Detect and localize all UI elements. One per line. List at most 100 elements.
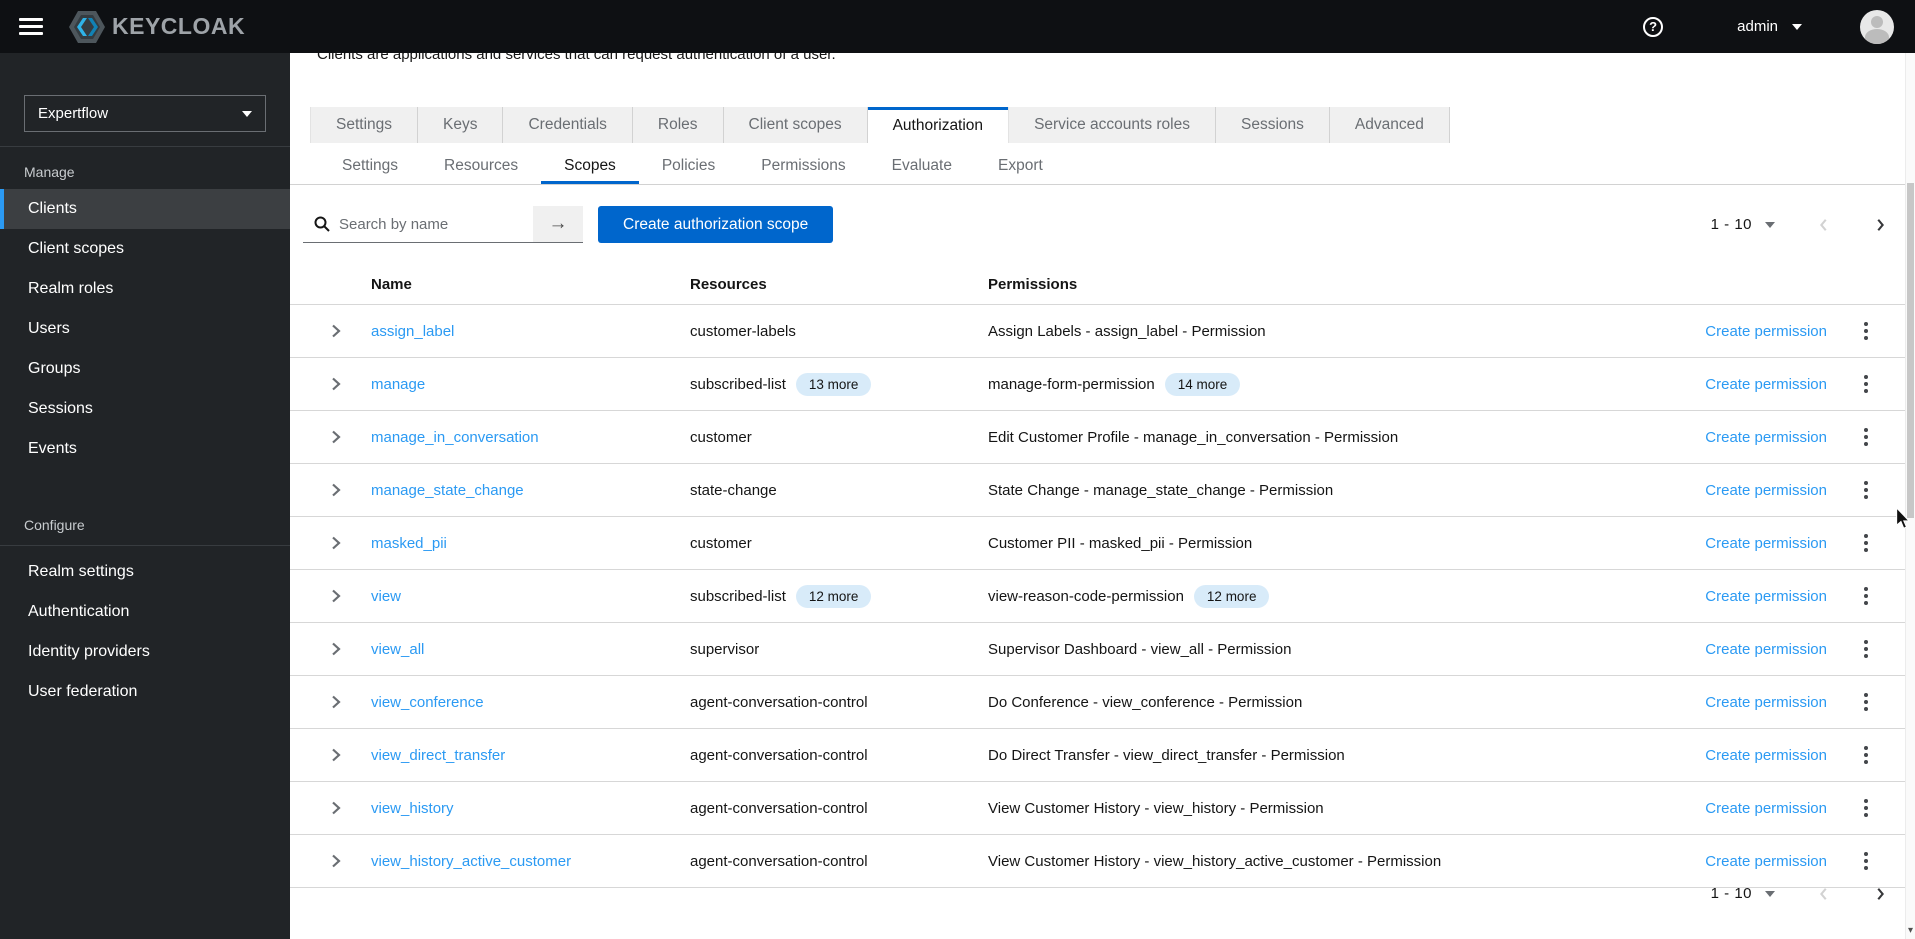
scope-name-link[interactable]: view_history <box>371 800 454 817</box>
scope-name-link[interactable]: view_history_active_customer <box>371 853 571 870</box>
scope-name-link[interactable]: view_direct_transfer <box>371 747 505 764</box>
sidebar-item-realm-settings[interactable]: Realm settings <box>0 552 290 592</box>
chevron-left-icon <box>1817 887 1831 901</box>
kebab-menu-button[interactable] <box>1858 369 1874 399</box>
scope-name-link[interactable]: view_conference <box>371 694 484 711</box>
scope-name-link[interactable]: manage_in_conversation <box>371 429 539 446</box>
subtab-policies[interactable]: Policies <box>639 150 738 184</box>
tab-keys[interactable]: Keys <box>418 107 503 143</box>
pagination-next-button[interactable] <box>1873 218 1887 232</box>
subtab-scopes[interactable]: Scopes <box>541 150 639 184</box>
expand-row-button[interactable] <box>326 691 346 713</box>
vertical-scrollbar[interactable]: ▾ <box>1905 53 1915 939</box>
realm-selector[interactable]: Expertflow <box>24 95 266 132</box>
tab-client-scopes[interactable]: Client scopes <box>724 107 868 143</box>
scope-name-link[interactable]: masked_pii <box>371 535 447 552</box>
hamburger-menu-icon[interactable] <box>19 18 43 35</box>
kebab-menu-button[interactable] <box>1858 634 1874 664</box>
sidebar-item-clients[interactable]: Clients <box>0 189 290 229</box>
scope-name-link[interactable]: manage <box>371 376 425 393</box>
create-permission-link[interactable]: Create permission <box>1705 588 1827 605</box>
subtab-export[interactable]: Export <box>975 150 1066 184</box>
scope-name-link[interactable]: view <box>371 588 401 605</box>
kebab-menu-button[interactable] <box>1858 581 1874 611</box>
search-submit-button[interactable]: → <box>533 206 583 243</box>
tab-advanced[interactable]: Advanced <box>1330 107 1450 143</box>
keycloak-logo-icon <box>68 10 106 44</box>
tab-roles[interactable]: Roles <box>633 107 724 143</box>
expand-row-button[interactable] <box>326 850 346 872</box>
pagination-next-button[interactable] <box>1873 887 1887 901</box>
kebab-menu-button[interactable] <box>1858 793 1874 823</box>
create-permission-link[interactable]: Create permission <box>1705 482 1827 499</box>
subtab-permissions[interactable]: Permissions <box>738 150 868 184</box>
kebab-menu-button[interactable] <box>1858 740 1874 770</box>
authorization-scopes-table: Name Resources Permissions assign_label … <box>290 265 1905 888</box>
expand-row-button[interactable] <box>326 797 346 819</box>
more-count-badge[interactable]: 12 more <box>796 585 872 608</box>
search-input[interactable] <box>303 206 533 242</box>
create-permission-link[interactable]: Create permission <box>1705 535 1827 552</box>
pagination-caret-icon[interactable] <box>1765 222 1775 228</box>
expand-row-button[interactable] <box>326 744 346 766</box>
expand-row-button[interactable] <box>326 585 346 607</box>
expand-row-button[interactable] <box>326 320 346 342</box>
create-permission-link[interactable]: Create permission <box>1705 853 1827 870</box>
expand-row-button[interactable] <box>326 426 346 448</box>
more-count-badge[interactable]: 12 more <box>1194 585 1270 608</box>
scrollbar-down-arrow-icon[interactable]: ▾ <box>1906 926 1915 936</box>
scrollbar-thumb[interactable] <box>1907 183 1914 518</box>
more-count-badge[interactable]: 13 more <box>796 373 872 396</box>
create-authorization-scope-button[interactable]: Create authorization scope <box>598 206 833 243</box>
pagination-prev-button[interactable] <box>1817 887 1831 901</box>
pagination-prev-button[interactable] <box>1817 218 1831 232</box>
create-permission-link[interactable]: Create permission <box>1705 376 1827 393</box>
create-permission-link[interactable]: Create permission <box>1705 694 1827 711</box>
tab-settings[interactable]: Settings <box>310 107 418 143</box>
sidebar-item-user-federation[interactable]: User federation <box>0 672 290 712</box>
kebab-menu-button[interactable] <box>1858 475 1874 505</box>
user-menu[interactable]: admin <box>1737 18 1802 35</box>
kebab-menu-button[interactable] <box>1858 316 1874 346</box>
kebab-menu-button[interactable] <box>1858 528 1874 558</box>
sidebar-item-client-scopes[interactable]: Client scopes <box>0 229 290 269</box>
subtab-resources[interactable]: Resources <box>421 150 541 184</box>
tab-authorization[interactable]: Authorization <box>868 107 1008 143</box>
subtab-evaluate[interactable]: Evaluate <box>869 150 975 184</box>
create-permission-link[interactable]: Create permission <box>1705 323 1827 340</box>
create-permission-link[interactable]: Create permission <box>1705 800 1827 817</box>
sidebar-item-groups[interactable]: Groups <box>0 349 290 389</box>
kebab-menu-button[interactable] <box>1858 422 1874 452</box>
scope-name-link[interactable]: manage_state_change <box>371 482 524 499</box>
sidebar-item-identity-providers[interactable]: Identity providers <box>0 632 290 672</box>
sidebar-item-events[interactable]: Events <box>0 429 290 469</box>
tab-sessions[interactable]: Sessions <box>1216 107 1330 143</box>
subtab-settings[interactable]: Settings <box>319 150 421 184</box>
sidebar-item-sessions[interactable]: Sessions <box>0 389 290 429</box>
create-permission-link[interactable]: Create permission <box>1705 641 1827 658</box>
pagination-caret-icon[interactable] <box>1765 891 1775 897</box>
more-count-badge[interactable]: 14 more <box>1165 373 1241 396</box>
scope-name-link[interactable]: view_all <box>371 641 424 658</box>
kebab-menu-button[interactable] <box>1858 687 1874 717</box>
pagination-range[interactable]: 1 - 10 <box>1711 885 1752 902</box>
kebab-menu-button[interactable] <box>1858 846 1874 876</box>
expand-row-button[interactable] <box>326 479 346 501</box>
create-permission-link[interactable]: Create permission <box>1705 747 1827 764</box>
expand-row-button[interactable] <box>326 638 346 660</box>
create-permission-link[interactable]: Create permission <box>1705 429 1827 446</box>
help-icon[interactable]: ? <box>1643 17 1663 37</box>
keycloak-logo[interactable]: KEYCLOAK <box>68 10 245 44</box>
chevron-right-icon <box>1873 218 1887 232</box>
sidebar-item-realm-roles[interactable]: Realm roles <box>0 269 290 309</box>
sidebar-item-authentication[interactable]: Authentication <box>0 592 290 632</box>
pagination-range[interactable]: 1 - 10 <box>1711 216 1752 233</box>
table-row: view_direct_transfer agent-conversation-… <box>290 729 1905 782</box>
avatar[interactable] <box>1860 10 1894 44</box>
sidebar-item-users[interactable]: Users <box>0 309 290 349</box>
scope-name-link[interactable]: assign_label <box>371 323 454 340</box>
expand-row-button[interactable] <box>326 373 346 395</box>
tab-credentials[interactable]: Credentials <box>503 107 632 143</box>
expand-row-button[interactable] <box>326 532 346 554</box>
tab-service-accounts-roles[interactable]: Service accounts roles <box>1008 107 1216 143</box>
